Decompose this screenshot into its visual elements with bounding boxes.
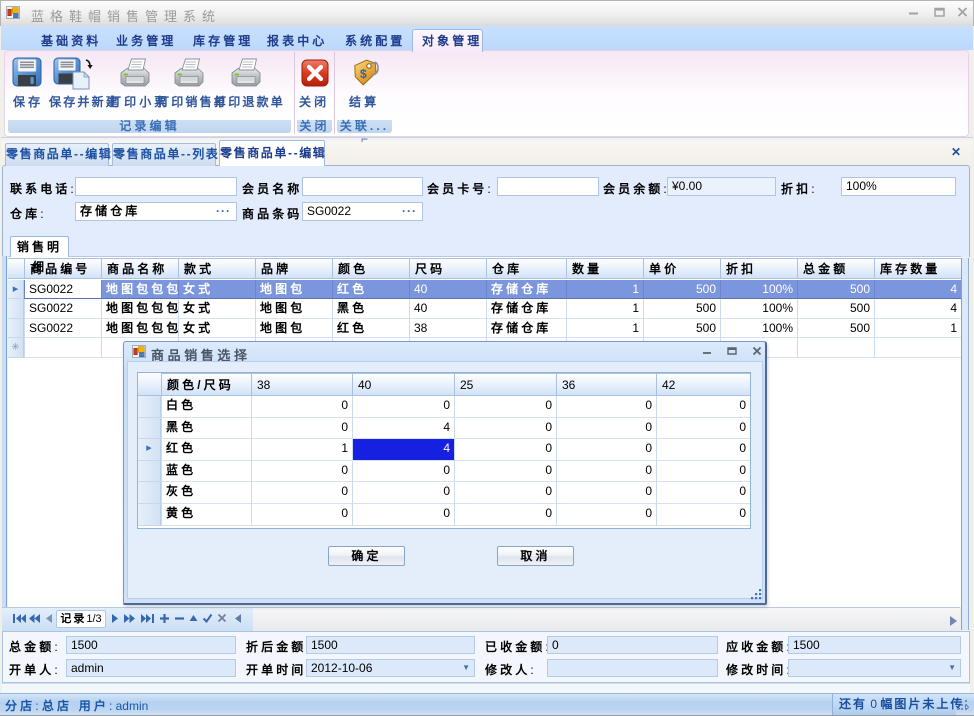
svg-text:$: $ [360, 67, 367, 81]
